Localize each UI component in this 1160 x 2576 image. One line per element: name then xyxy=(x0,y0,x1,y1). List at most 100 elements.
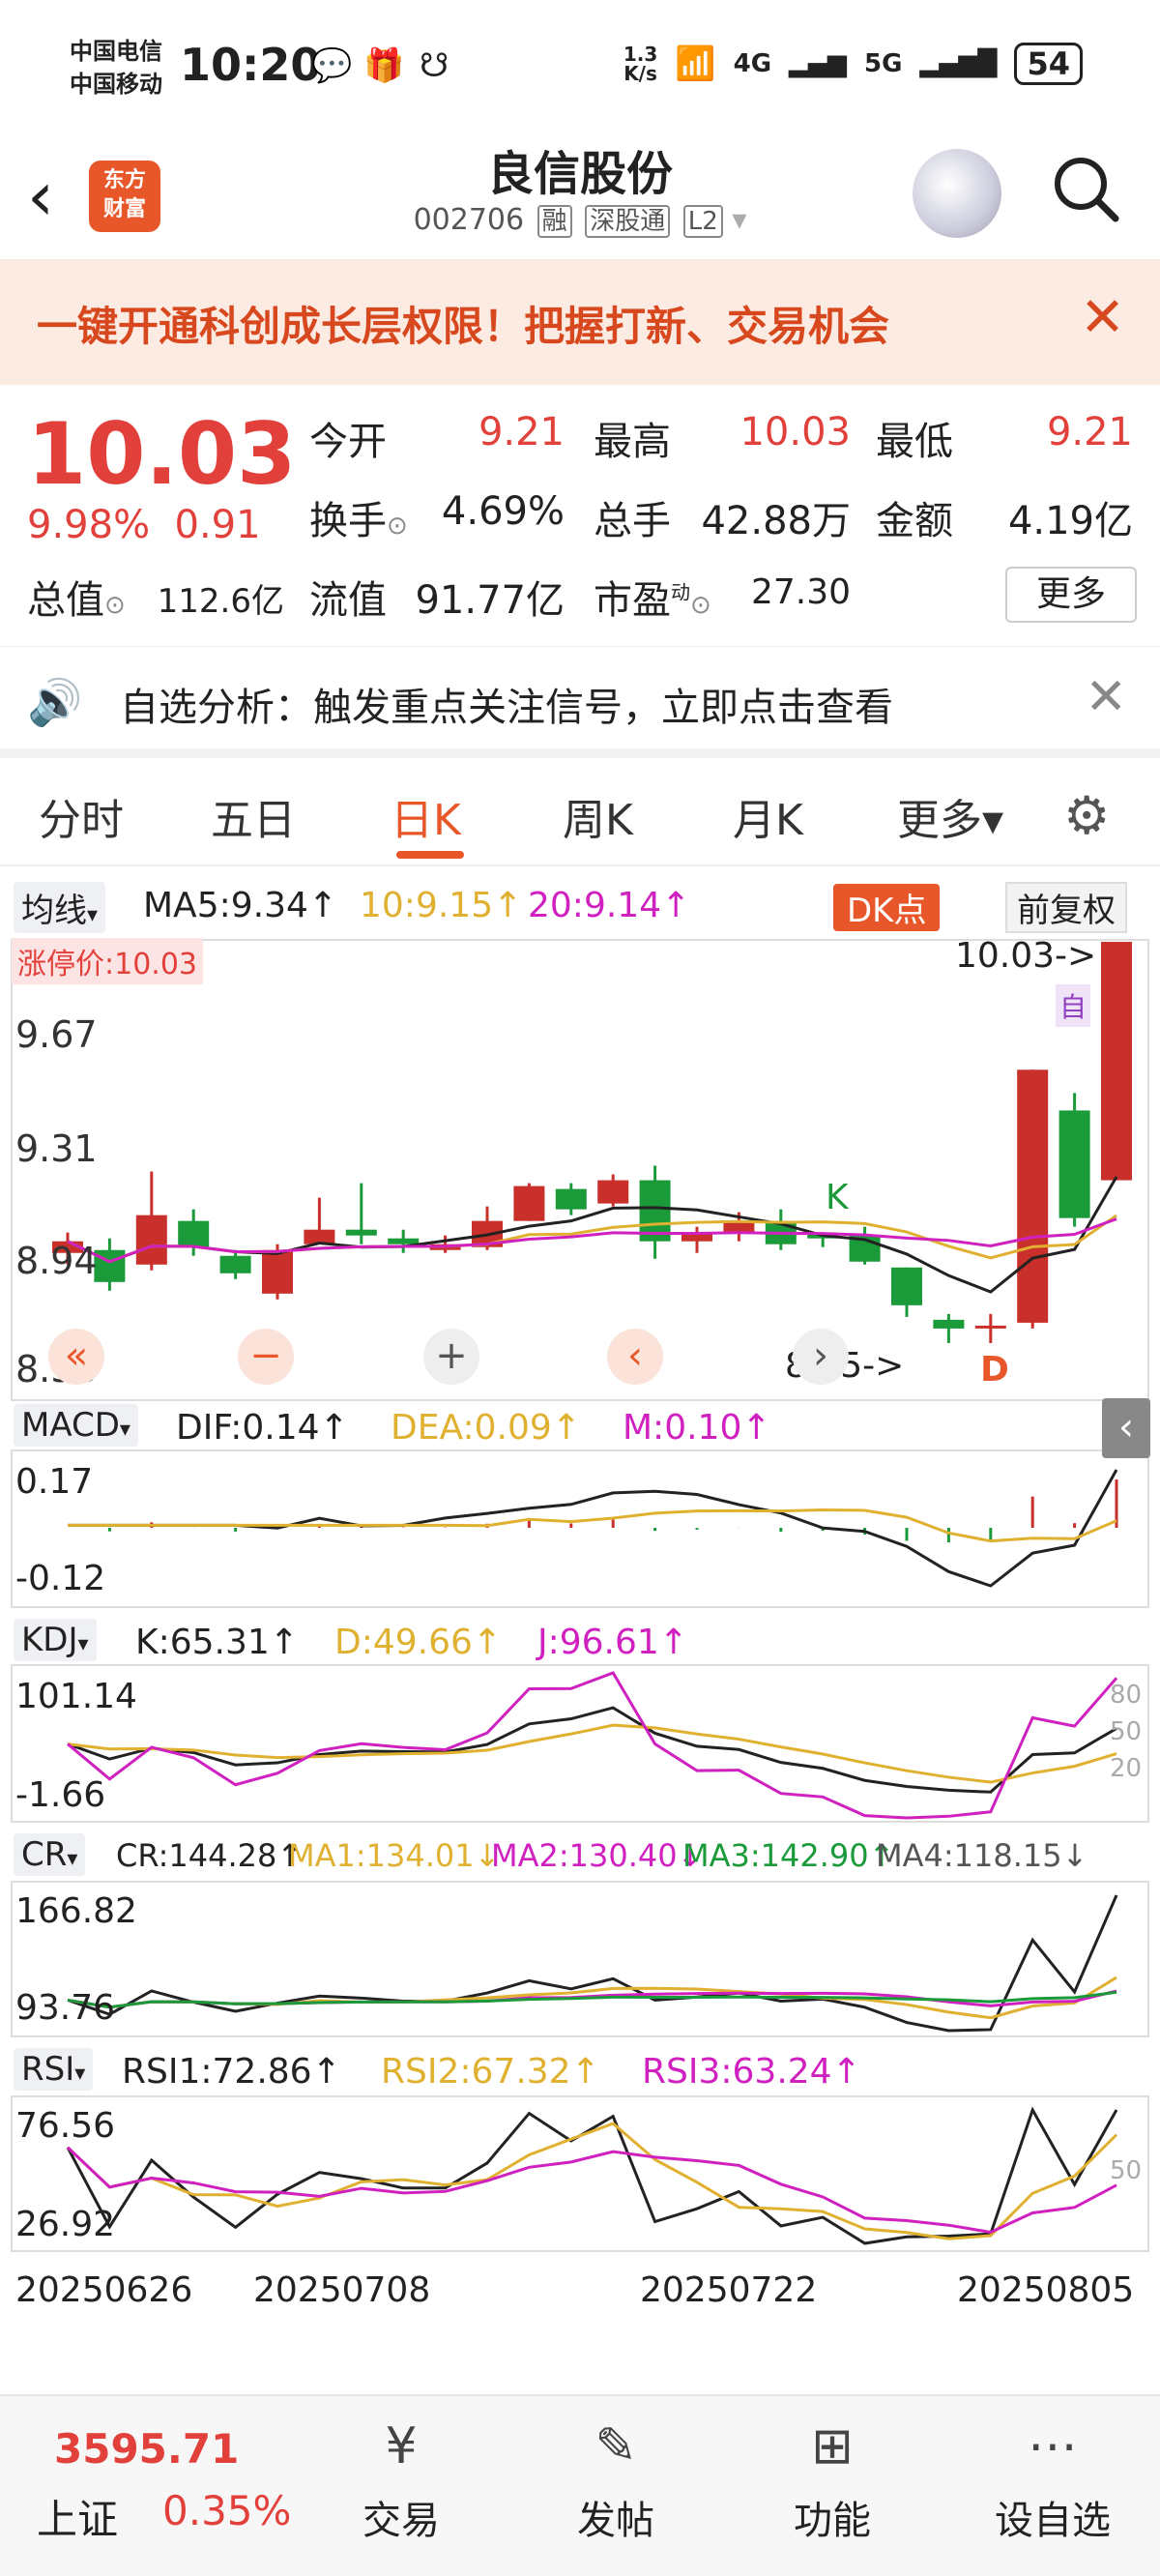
pane-frame xyxy=(11,1449,1149,1608)
pane-frame xyxy=(11,1881,1149,2037)
tab-daily-k[interactable]: 日K xyxy=(391,785,461,847)
robot-avatar-icon[interactable] xyxy=(913,149,1001,238)
candle-body xyxy=(1058,1110,1090,1218)
signal1-label: 4G xyxy=(733,49,772,78)
ma20-line xyxy=(67,1217,1117,1264)
candle-body xyxy=(933,1319,965,1329)
macd-dea-line xyxy=(68,1508,1117,1543)
rsi-dropdown[interactable]: RSI▾ xyxy=(14,2048,94,2091)
search-icon[interactable] xyxy=(1050,153,1121,224)
more-button[interactable]: 更多 xyxy=(1005,567,1137,623)
tab-intraday[interactable]: 分时 xyxy=(39,785,124,847)
kdj-legend: KDJ▾ K:65.31↑ D:49.66↑ J:96.61↑ xyxy=(0,1615,1160,1669)
rsi-y-bot: 26.92 xyxy=(15,2205,116,2244)
high-marker: 10.03-> xyxy=(955,936,1097,976)
tab-more[interactable]: 更多▾ xyxy=(897,785,1003,847)
zoom-in-icon[interactable]: + xyxy=(423,1329,479,1385)
kdj-d-line xyxy=(67,1723,1117,1784)
period-tabs: 分时 五日 日K 周K 月K 更多▾ ⚙ xyxy=(0,764,1160,866)
close-icon[interactable]: ✕ xyxy=(1085,668,1127,726)
trade-icon[interactable]: ¥ xyxy=(358,2417,445,2475)
turnover-label: 换手⊙ xyxy=(309,499,408,543)
kdj-dropdown[interactable]: KDJ▾ xyxy=(14,1619,97,1661)
add-watchlist-button[interactable]: 设自选 xyxy=(971,2489,1135,2545)
pane-frame xyxy=(11,1664,1149,1823)
kdj-j: J:96.61↑ xyxy=(537,1623,688,1662)
macd-dif-line xyxy=(68,1469,1118,1588)
candle-body xyxy=(891,1267,922,1305)
cr-value: CR:144.28↑ xyxy=(116,1837,304,1874)
tab-monthly-k[interactable]: 月K xyxy=(733,785,803,847)
mktcap-value: 112.6亿 xyxy=(157,582,284,621)
promo-banner[interactable]: 一键开通科创成长层权限！把握打新、交易机会 ✕ xyxy=(0,259,1160,385)
amount-value: 4.19亿 xyxy=(1007,499,1133,543)
volume-value: 42.88万 xyxy=(701,499,851,543)
status-bar: 中国电信 中国移动 10:20 💬 🎁 ☋ 1.3 K/s 📶 4G ▂▄▆ 5G ▂▄… xyxy=(0,0,1160,145)
cr-line xyxy=(67,1894,1118,2033)
date-label-3: 20250722 xyxy=(640,2270,818,2310)
functions-button[interactable]: 功能 xyxy=(760,2489,905,2545)
status-right: 1.3 K/s 📶 4G ▂▄▆ 5G ▂▄▆█ 54 xyxy=(624,43,1083,85)
more-dots-icon[interactable]: ⋯ xyxy=(1009,2417,1096,2475)
quote-panel: 10.03 9.98% 0.91 今开 9.21 最高 10.03 最低 9.2… xyxy=(0,385,1160,638)
chart-area[interactable]: 均线▾ MA5:9.34↑ 10:9.15↑ 20:9.14↑ DK点 前复权 … xyxy=(0,870,1160,2311)
cr-ma1: MA1:134.01↓ xyxy=(288,1837,501,1874)
next-icon[interactable]: › xyxy=(793,1329,849,1385)
tab-five-day[interactable]: 五日 xyxy=(211,785,296,847)
cr-ma3: MA3:142.90↑ xyxy=(682,1837,895,1874)
kdj-level-80: 80 xyxy=(1110,1681,1143,1710)
bottom-bar: 3595.71 上证 0.35% ¥ 交易 ✎ 发帖 ⊞ 功能 ⋯ 设自选 xyxy=(0,2394,1160,2576)
y-label-3: 8.94 xyxy=(15,1240,98,1282)
pane-frame xyxy=(11,2095,1149,2252)
cr-ma2: MA2:130.40↓ xyxy=(491,1837,704,1874)
rsi-3: RSI3:63.24↑ xyxy=(642,2052,861,2092)
signal1-icon: ▂▄▆ xyxy=(789,49,848,78)
post-icon[interactable]: ✎ xyxy=(572,2417,659,2475)
k-mark: K xyxy=(826,1178,849,1217)
tag-level2: L2 xyxy=(682,205,723,238)
index-pct[interactable]: 0.35% xyxy=(162,2487,291,2534)
macd-y-top: 0.17 xyxy=(15,1462,94,1502)
app-icon: ☋ xyxy=(420,46,450,85)
rsi-2: RSI2:67.32↑ xyxy=(381,2052,600,2092)
macd-m: M:0.10↑ xyxy=(623,1408,771,1448)
wifi-icon: 📶 xyxy=(675,44,716,83)
kdj-d: D:49.66↑ xyxy=(334,1623,503,1662)
pe-value: 27.30 xyxy=(750,572,851,612)
last-price: 10.03 xyxy=(27,404,297,504)
gear-icon[interactable]: ⚙ xyxy=(1063,785,1110,846)
macd-legend: MACD▾ DIF:0.14↑ DEA:0.09↑ M:0.10↑ xyxy=(0,1400,1160,1454)
kdj-j-line xyxy=(67,1671,1118,1820)
candle-body xyxy=(1017,1069,1049,1323)
tag-margin: 融 xyxy=(536,205,572,238)
macd-dropdown[interactable]: MACD▾ xyxy=(14,1404,138,1447)
rewind-icon[interactable]: « xyxy=(48,1329,104,1385)
cr-dropdown[interactable]: CR▾ xyxy=(14,1833,86,1876)
close-icon[interactable]: ✕ xyxy=(1080,286,1125,349)
post-button[interactable]: 发帖 xyxy=(543,2489,688,2545)
candle-body xyxy=(135,1215,167,1265)
signal2-label: 5G xyxy=(864,49,903,78)
cr-ma3-line xyxy=(67,1990,1117,2009)
change-row: 9.98% 0.91 xyxy=(27,503,261,547)
mktcap-label: 总值⊙ xyxy=(27,578,126,623)
amount-label: 金额 xyxy=(876,499,953,543)
cr-legend: CR▾ CR:144.28↑ MA1:134.01↓ MA2:130.40↓ M… xyxy=(0,1830,1160,1884)
cr-y-bot: 93.76 xyxy=(15,1988,116,2028)
self-mark: 自 xyxy=(1056,984,1091,1027)
macd-dif: DIF:0.14↑ xyxy=(176,1408,349,1448)
high-value: 10.03 xyxy=(740,410,851,454)
tab-weekly-k[interactable]: 周K xyxy=(563,785,633,847)
analysis-bar[interactable]: 🔊 自选分析：触发重点关注信号，立即点击查看 ✕ xyxy=(0,646,1160,758)
functions-icon[interactable]: ⊞ xyxy=(789,2417,876,2475)
pane-frame xyxy=(11,939,1149,1401)
trade-button[interactable]: 交易 xyxy=(329,2489,474,2545)
high-label: 最高 xyxy=(594,420,671,464)
index-value[interactable]: 3595.71 xyxy=(54,2425,239,2473)
rsi-y-top: 76.56 xyxy=(15,2106,116,2146)
zoom-out-icon[interactable]: − xyxy=(238,1329,294,1385)
prev-icon[interactable]: ‹ xyxy=(607,1329,663,1385)
index-name[interactable]: 上证 xyxy=(37,2487,118,2546)
active-tab-indicator xyxy=(396,851,464,859)
candle-body xyxy=(1101,942,1132,1181)
